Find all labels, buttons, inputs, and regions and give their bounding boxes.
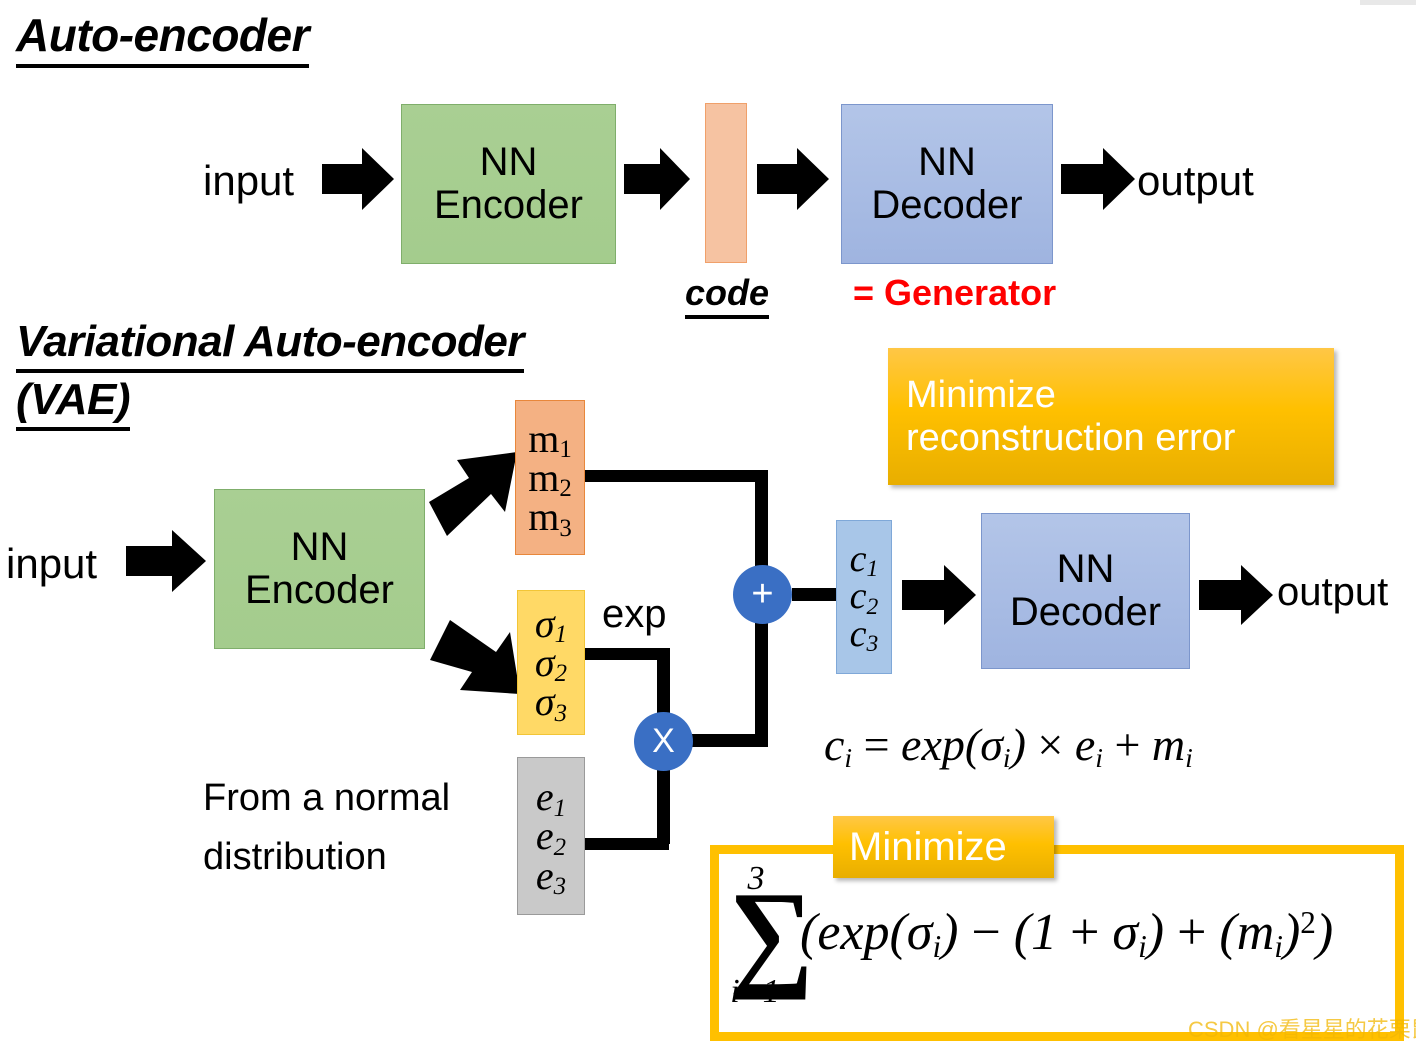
wire-times-to-plus-vertical: [755, 620, 768, 742]
vae-input-label: input: [6, 540, 98, 587]
autoencoder-output-label: output: [1137, 157, 1254, 204]
code-label: code: [685, 272, 770, 319]
sigma-vector-row-3: σ3: [534, 679, 568, 727]
plus-operator-label: +: [751, 573, 774, 615]
decoder-label-line2: Decoder: [871, 183, 1023, 227]
c-vector-block: c1 c2 c3: [836, 520, 892, 674]
code-formula-text: ci = exp(σi) × ei + mi: [824, 719, 1193, 773]
vae-encoder-label-line2: Encoder: [245, 568, 394, 612]
arrow-up-right-icon: [429, 452, 517, 536]
wire-m-to-plus-vertical: [755, 470, 768, 580]
normal-note-line1: From a normal: [203, 777, 451, 819]
vae-encoder-label-line1: NN: [290, 524, 349, 569]
reconstruction-error-callout: Minimize reconstruction error: [888, 348, 1334, 485]
c-vector-row-2: c2: [849, 575, 879, 620]
autoencoder-code-block: [705, 103, 747, 263]
vae-title-line1: Variational Auto-encoder: [16, 317, 524, 373]
minimize-callout-label: Minimize: [849, 824, 1007, 869]
normal-note-line2: distribution: [203, 836, 387, 878]
csdn-watermark: CSDN @看星星的花栗鼠: [1188, 1017, 1416, 1042]
vae-output-label: output: [1277, 570, 1389, 614]
m-vector-block: m1 m2 m3: [515, 400, 585, 555]
reconstruction-callout-line2: reconstruction error: [906, 416, 1236, 459]
reconstruction-callout-line1: Minimize: [906, 373, 1056, 416]
autoencoder-input-label: input: [203, 157, 295, 204]
encoder-label-line1: NN: [479, 139, 538, 184]
wire-m-to-plus-horizontal: [585, 470, 767, 482]
arrow-down-right-icon: [430, 620, 520, 694]
arrow-right-icon: [757, 148, 829, 210]
sigma-vector-block: σ1 σ2 σ3: [517, 590, 585, 735]
top-edge-strip: [1360, 0, 1416, 5]
arrow-right-icon: [902, 565, 976, 625]
c-vector-row-3: c3: [849, 612, 879, 657]
times-operator-label: X: [652, 722, 675, 760]
times-operator-circle: X: [634, 712, 693, 771]
m-vector-row-3: m3: [528, 494, 572, 542]
arrow-right-icon: [1199, 565, 1273, 625]
vae-decoder-label-line2: Decoder: [1009, 590, 1162, 634]
e-vector-row-2: e2: [535, 813, 567, 861]
sigma-vector-row-1: σ1: [534, 600, 568, 649]
vae-decoder-box: NN Decoder: [981, 513, 1190, 669]
sigma-vector-row-2: σ2: [534, 639, 568, 688]
exp-label: exp: [602, 592, 667, 636]
code-formula: ci = exp(σi) × ei + mi: [824, 718, 1193, 773]
vae-title-line1-text: Variational Auto-encoder: [16, 317, 524, 373]
autoencoder-title-text: Auto-encoder: [16, 8, 310, 68]
minimize-callout: Minimize: [833, 816, 1054, 878]
c-vector-row-1: c1: [849, 538, 879, 583]
e-vector-block: e1 e2 e3: [517, 757, 585, 915]
e-vector-row-1: e1: [535, 774, 567, 822]
vae-encoder-box: NN Encoder: [214, 489, 425, 649]
vae-title-line2-text: (VAE): [16, 375, 131, 431]
m-vector-row-2: m2: [528, 454, 572, 503]
kl-formula-text: (exp(σi) − (1 + σi) + (mi)2): [800, 904, 1334, 964]
wire-plus-to-c-vector: [792, 588, 837, 601]
summation-upper-limit: 3: [747, 860, 765, 897]
autoencoder-encoder-box: NN Encoder: [401, 104, 616, 264]
autoencoder-title: Auto-encoder: [16, 8, 310, 68]
arrow-right-icon: [322, 148, 394, 210]
diagram-canvas: Auto-encoder input NN Encoder code NN De…: [0, 0, 1416, 1059]
e-vector-row-3: e3: [535, 852, 567, 901]
kl-formula-body: (exp(σi) − (1 + σi) + (mi)2): [800, 903, 1334, 964]
vae-title-line2: (VAE): [16, 375, 131, 431]
m-vector-row-1: m1: [528, 415, 572, 464]
arrow-right-icon: [1061, 148, 1135, 210]
decoder-label-line1: NN: [918, 139, 976, 184]
arrow-right-icon: [126, 530, 206, 592]
encoder-label-line2: Encoder: [434, 183, 583, 227]
arrow-right-icon: [624, 148, 690, 210]
summation-lower-limit: i=1: [730, 973, 780, 1010]
plus-operator-circle: +: [733, 565, 792, 624]
vae-decoder-label-line1: NN: [1056, 546, 1115, 591]
generator-label: = Generator: [853, 272, 1057, 313]
autoencoder-decoder-box: NN Decoder: [841, 104, 1053, 264]
